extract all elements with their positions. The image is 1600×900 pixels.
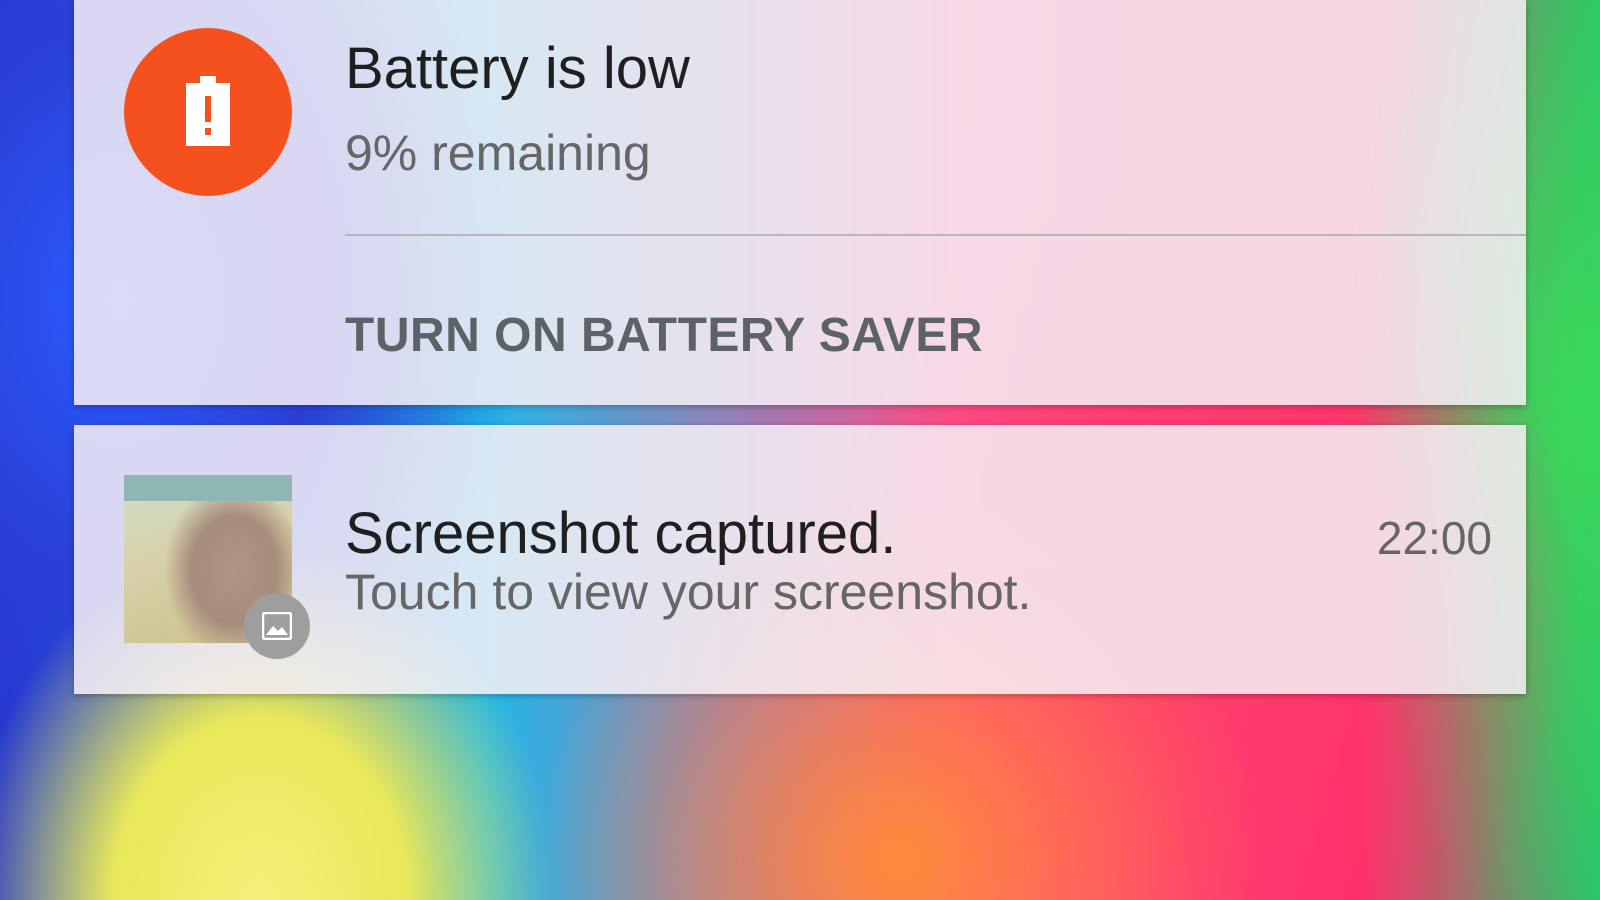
screenshot-captured-notification[interactable]: Screenshot captured. Touch to view your … bbox=[74, 425, 1526, 694]
image-icon bbox=[244, 593, 310, 659]
battery-alert-icon bbox=[124, 28, 292, 196]
notification-subtitle: Touch to view your screenshot. bbox=[345, 564, 1032, 620]
battery-low-notification[interactable]: Battery is low 9% remaining TURN ON BATT… bbox=[74, 0, 1526, 405]
divider bbox=[345, 234, 1526, 236]
notification-title: Screenshot captured. bbox=[345, 501, 897, 566]
notification-title: Battery is low bbox=[345, 36, 690, 101]
thumbnail-status-bar bbox=[124, 475, 292, 501]
turn-on-battery-saver-button[interactable]: TURN ON BATTERY SAVER bbox=[345, 312, 983, 360]
notification-time: 22:00 bbox=[1376, 512, 1492, 564]
notification-subtitle: 9% remaining bbox=[345, 125, 651, 181]
